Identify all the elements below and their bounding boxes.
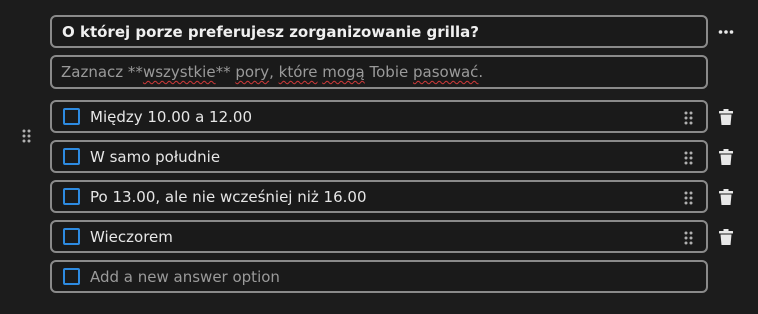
question-drag-handle[interactable]: [16, 126, 36, 146]
answer-option-label[interactable]: Wieczorem: [90, 228, 706, 246]
answer-option-label[interactable]: W samo południe: [90, 148, 706, 166]
drag-handle-icon[interactable]: [684, 111, 693, 125]
drag-handle-icon[interactable]: [684, 191, 693, 205]
trash-icon: [719, 109, 733, 125]
delete-option-button[interactable]: [716, 107, 736, 127]
drag-handle-icon: [22, 129, 30, 143]
answer-option[interactable]: Między 10.00 a 12.00: [50, 100, 708, 133]
drag-handle-icon[interactable]: [684, 151, 693, 165]
question-title-field[interactable]: O której porze preferujesz zorganizowani…: [50, 15, 708, 48]
more-options-button[interactable]: [716, 22, 736, 42]
checkbox[interactable]: [63, 148, 80, 165]
trash-icon: [719, 229, 733, 245]
drag-handle-icon[interactable]: [684, 231, 693, 245]
trash-icon: [719, 149, 733, 165]
description-text: Zaznacz **wszystkie** pory, które mogą T…: [61, 63, 484, 81]
answer-option[interactable]: W samo południe: [50, 140, 708, 173]
checkbox[interactable]: [63, 188, 80, 205]
question-description-field[interactable]: Zaznacz **wszystkie** pory, które mogą T…: [50, 55, 708, 89]
more-horizontal-icon: [718, 30, 734, 34]
new-answer-option-placeholder[interactable]: Add a new answer option: [90, 268, 706, 286]
answer-option[interactable]: Wieczorem: [50, 220, 708, 253]
answer-option[interactable]: Po 13.00, ale nie wcześniej niż 16.00: [50, 180, 708, 213]
trash-icon: [719, 189, 733, 205]
delete-option-button[interactable]: [716, 187, 736, 207]
new-answer-option-field[interactable]: Add a new answer option: [50, 260, 708, 293]
delete-option-button[interactable]: [716, 147, 736, 167]
checkbox[interactable]: [63, 228, 80, 245]
checkbox[interactable]: [63, 108, 80, 125]
answer-option-label[interactable]: Między 10.00 a 12.00: [90, 108, 706, 126]
checkbox: [63, 268, 80, 285]
question-title-text: O której porze preferujesz zorganizowani…: [62, 22, 479, 41]
answer-option-label[interactable]: Po 13.00, ale nie wcześniej niż 16.00: [90, 188, 706, 206]
delete-option-button[interactable]: [716, 227, 736, 247]
